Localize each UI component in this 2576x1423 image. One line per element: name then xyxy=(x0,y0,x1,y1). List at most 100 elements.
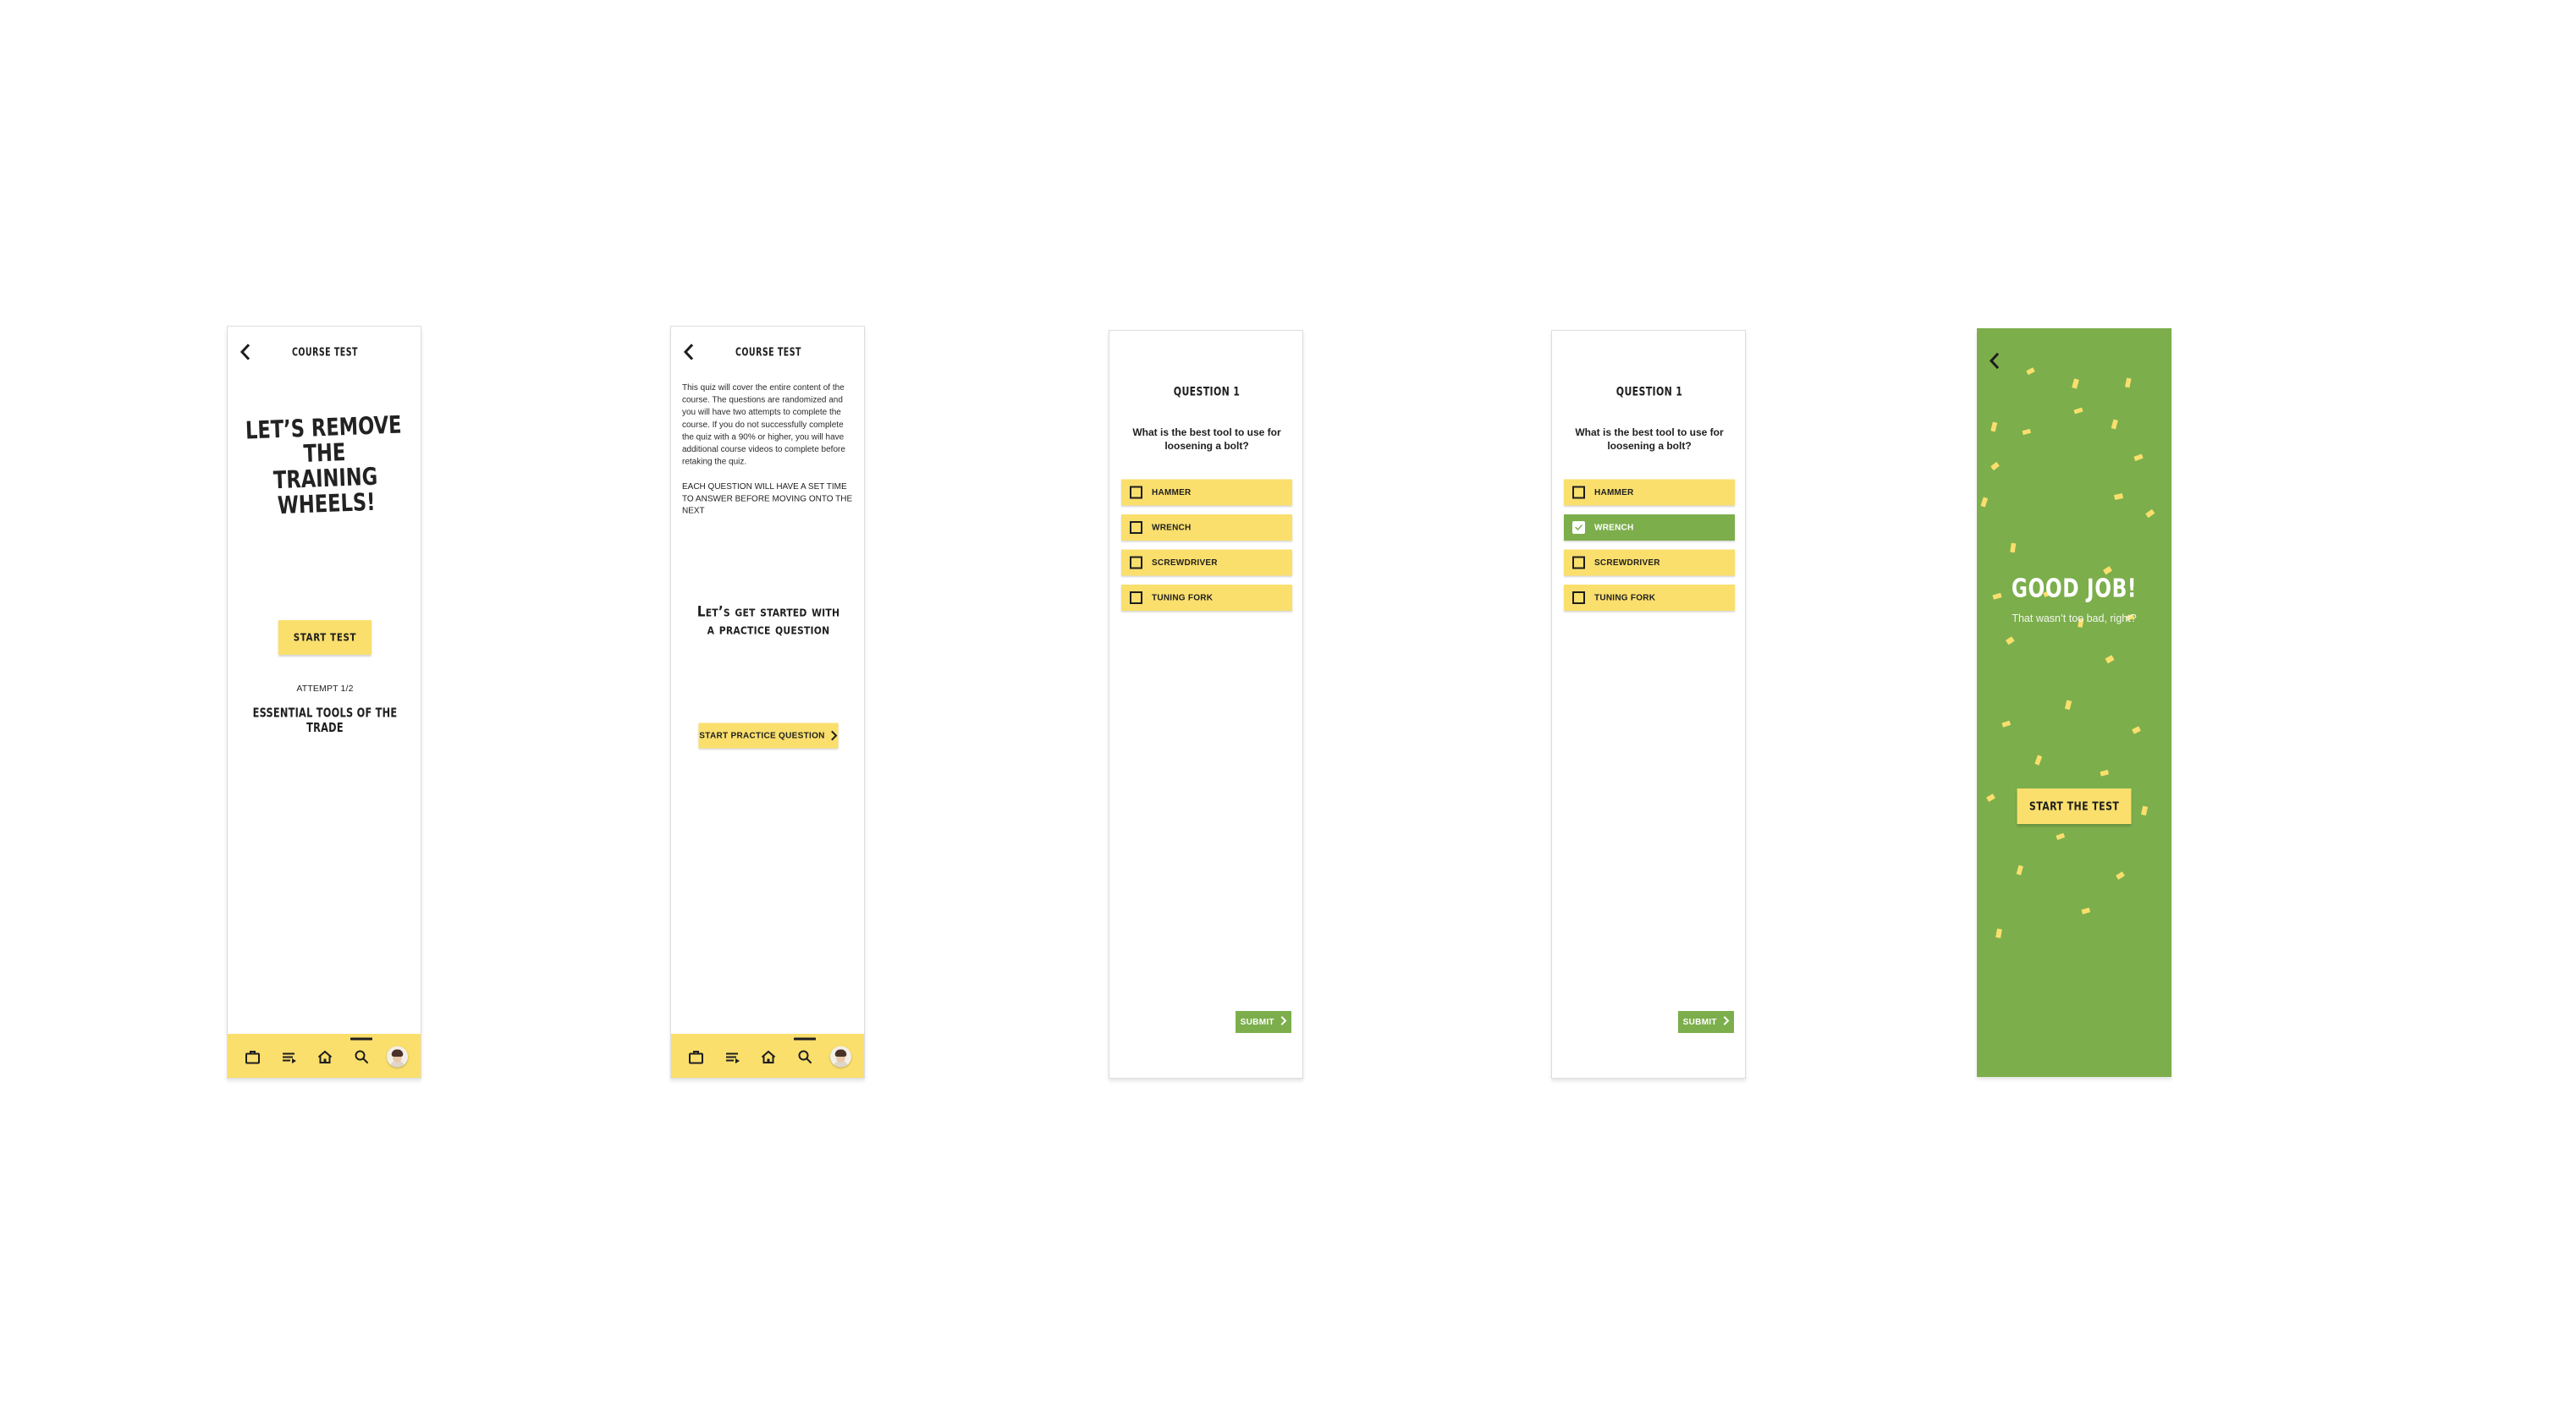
nav-item-playlist[interactable] xyxy=(719,1044,746,1070)
start-practice-question-button[interactable]: START PRACTICE QUESTION xyxy=(698,722,839,749)
success-background: GOOD JOB! That wasn’t too bad, right? ST… xyxy=(1977,328,2171,1077)
confetti-piece xyxy=(2105,655,2115,664)
confetti-piece xyxy=(2034,755,2043,766)
chevron-right-icon xyxy=(1723,1016,1730,1028)
option-label: TUNING FORK xyxy=(1594,592,1656,602)
screen-success: GOOD JOB! That wasn’t too bad, right? ST… xyxy=(1977,328,2171,1077)
nav-item-profile[interactable] xyxy=(384,1044,410,1070)
mockup-canvas: COURSE TEST LET’S REMOVE THE TRAINING WH… xyxy=(0,0,2576,1423)
table-row[interactable]: SCREWDRIVER xyxy=(1121,549,1292,576)
confetti-piece xyxy=(2064,700,2072,711)
confetti-piece xyxy=(2100,769,2110,777)
question-heading: QUESTION 1 xyxy=(1173,384,1241,398)
checkbox-icon[interactable] xyxy=(1130,556,1142,569)
chevron-left-icon[interactable] xyxy=(681,343,696,360)
instructions-emphasis: EACH QUESTION WILL HAVE A SET TIME TO AN… xyxy=(682,481,853,516)
confetti-piece xyxy=(2072,378,2079,389)
checkbox-icon[interactable] xyxy=(1572,486,1585,499)
submit-button[interactable]: SUBMIT xyxy=(1236,1011,1291,1033)
table-row-selected[interactable]: WRENCH xyxy=(1564,514,1735,541)
practice-headline-line-2: a practice question xyxy=(707,620,830,638)
active-tab-indicator xyxy=(350,1037,372,1041)
screen-question-answered: QUESTION 1 What is the best tool to use … xyxy=(1551,330,1746,1079)
option-label: HAMMER xyxy=(1594,487,1634,497)
start-the-test-label: START THE TEST xyxy=(2028,799,2120,813)
page-title: COURSE TEST xyxy=(292,345,358,359)
confetti-piece xyxy=(2073,407,2083,415)
confetti-piece xyxy=(2140,805,2149,816)
nav-item-home[interactable] xyxy=(311,1044,338,1070)
checkbox-icon[interactable] xyxy=(1130,486,1142,499)
chevron-left-icon[interactable] xyxy=(238,343,252,360)
table-row[interactable]: WRENCH xyxy=(1121,514,1292,541)
confetti-piece xyxy=(2056,832,2066,840)
start-test-button[interactable]: START TEST xyxy=(278,620,372,656)
confetti-piece xyxy=(1995,928,2002,938)
active-tab-indicator xyxy=(793,1037,816,1041)
screen-intro: COURSE TEST LET’S REMOVE THE TRAINING WH… xyxy=(227,326,421,1079)
checkbox-icon[interactable] xyxy=(1130,521,1142,535)
nav-item-search[interactable] xyxy=(791,1037,817,1070)
topbar: COURSE TEST xyxy=(671,327,864,377)
submit-button[interactable]: SUBMIT xyxy=(1678,1011,1734,1033)
checkbox-icon[interactable] xyxy=(1572,591,1585,605)
question-heading: QUESTION 1 xyxy=(1616,384,1683,398)
screen-question-unanswered: QUESTION 1 What is the best tool to use … xyxy=(1109,330,1303,1079)
option-label: WRENCH xyxy=(1152,522,1192,532)
option-label: WRENCH xyxy=(1594,522,1634,532)
option-label: TUNING FORK xyxy=(1152,592,1214,602)
bottom-nav xyxy=(671,1034,864,1078)
table-row[interactable]: TUNING FORK xyxy=(1564,585,1735,612)
table-row[interactable]: SCREWDRIVER xyxy=(1564,549,1735,576)
question-text: What is the best tool to use for looseni… xyxy=(1132,426,1281,453)
confetti-piece xyxy=(1990,421,1998,432)
answer-options-list: HAMMER WRENCH SCREWDRIVER TUNING FORK xyxy=(1552,479,1745,612)
option-label: HAMMER xyxy=(1152,487,1192,497)
option-label: SCREWDRIVER xyxy=(1594,558,1660,568)
checkbox-icon[interactable] xyxy=(1572,556,1585,569)
nav-item-home[interactable] xyxy=(755,1044,781,1070)
confetti-piece xyxy=(1990,461,2000,471)
nav-item-briefcase[interactable] xyxy=(683,1044,709,1070)
table-row[interactable]: HAMMER xyxy=(1121,479,1292,506)
nav-item-profile[interactable] xyxy=(828,1044,854,1070)
course-name: ESSENTIAL TOOLS OF THE TRADE xyxy=(252,706,398,736)
chevron-right-icon xyxy=(831,730,838,741)
success-title: GOOD JOB! xyxy=(2011,574,2138,603)
checkbox-checked-icon[interactable] xyxy=(1572,521,1585,535)
confetti-piece xyxy=(2016,865,2023,876)
question-text: What is the best tool to use for looseni… xyxy=(1575,426,1724,453)
confetti-piece xyxy=(2081,907,2091,915)
topbar: COURSE TEST xyxy=(228,327,421,377)
chevron-left-icon[interactable] xyxy=(1987,352,2001,370)
start-practice-question-label: START PRACTICE QUESTION xyxy=(699,730,825,740)
answer-options-list: HAMMER WRENCH SCREWDRIVER TUNING FORK xyxy=(1109,479,1302,612)
avatar-icon[interactable] xyxy=(387,1046,409,1068)
confetti-piece xyxy=(2145,508,2155,519)
confetti-decoration xyxy=(1977,328,2171,1077)
start-the-test-button[interactable]: START THE TEST xyxy=(2017,788,2132,824)
table-row[interactable]: HAMMER xyxy=(1564,479,1735,506)
chevron-right-icon xyxy=(1280,1016,1287,1028)
confetti-piece xyxy=(2113,493,2124,500)
submit-label: SUBMIT xyxy=(1682,1017,1717,1027)
hero-line-1: LET’S REMOVE THE xyxy=(245,410,403,468)
hero-line-2: TRAINING WHEELS! xyxy=(272,462,378,519)
confetti-piece xyxy=(2005,636,2015,646)
bottom-nav xyxy=(228,1034,421,1078)
confetti-piece xyxy=(2026,367,2035,376)
confetti-piece xyxy=(2132,726,2141,734)
checkbox-icon[interactable] xyxy=(1130,591,1142,605)
instructions-paragraph: This quiz will cover the entire content … xyxy=(682,382,845,467)
table-row[interactable]: TUNING FORK xyxy=(1121,585,1292,612)
confetti-piece xyxy=(2111,419,2118,430)
nav-item-search[interactable] xyxy=(348,1037,374,1070)
confetti-piece xyxy=(2010,542,2017,553)
avatar-icon[interactable] xyxy=(830,1046,852,1068)
page-title: COURSE TEST xyxy=(735,345,801,359)
submit-label: SUBMIT xyxy=(1240,1017,1274,1027)
nav-item-playlist[interactable] xyxy=(276,1044,302,1070)
nav-item-briefcase[interactable] xyxy=(239,1044,266,1070)
screen-instructions: COURSE TEST This quiz will cover the ent… xyxy=(670,326,865,1079)
option-label: SCREWDRIVER xyxy=(1152,558,1218,568)
